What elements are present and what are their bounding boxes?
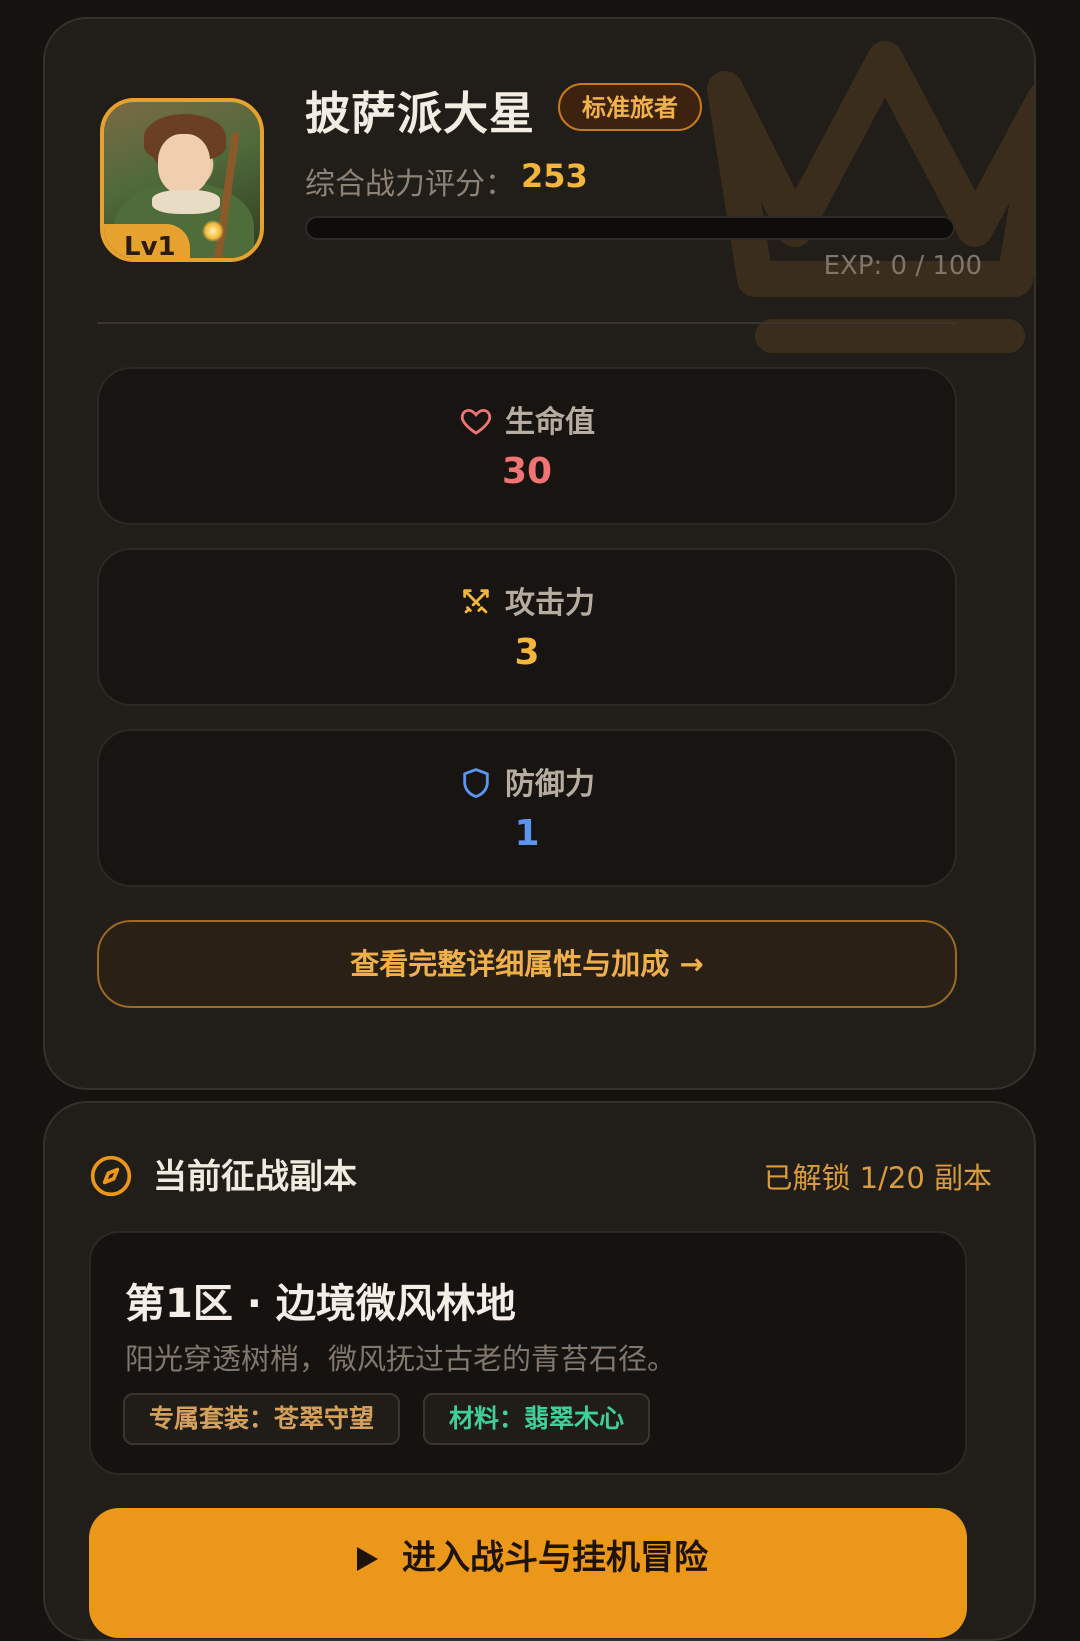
section-title: 当前征战副本 — [153, 1157, 357, 1197]
swords-icon — [463, 589, 489, 614]
unlock-count: 已解锁 1/20 副本 — [763, 1161, 992, 1195]
stat-hp: 生命值 30 — [97, 367, 957, 525]
stat-label: 防御力 — [505, 767, 595, 802]
zone-description: 阳光穿透树梢，微风抚过古老的青苔石径。 — [125, 1342, 677, 1376]
power-label: 综合战力评分： — [305, 167, 515, 202]
compass-icon — [90, 1155, 132, 1197]
stat-label: 生命值 — [505, 405, 595, 440]
shield-icon — [463, 768, 489, 798]
power-value: 253 — [521, 157, 588, 195]
crown-watermark-icon — [707, 41, 1034, 353]
divider — [97, 322, 957, 324]
avatar[interactable]: Lv1 — [100, 98, 264, 262]
stat-label: 攻击力 — [505, 586, 595, 621]
stat-value: 1 — [514, 813, 540, 854]
stat-attack: 攻击力 3 — [97, 548, 957, 706]
player-name: 披萨派大星 — [305, 87, 536, 140]
exp-progress-bar — [305, 216, 955, 240]
stat-defense: 防御力 1 — [97, 729, 957, 887]
level-badge: Lv1 — [104, 224, 190, 258]
enter-battle-label: 进入战斗与挂机冒险 — [402, 1538, 708, 1578]
zone-card[interactable]: 第1区 · 边境微风林地 阳光穿透树梢，微风抚过古老的青苔石径。 专属套装：苍翠… — [89, 1231, 967, 1475]
character-card: Lv1 披萨派大星 标准旅者 综合战力评分： 253 EXP: 0 / 100 … — [43, 17, 1036, 1090]
enter-battle-button[interactable]: 进入战斗与挂机冒险 — [89, 1508, 967, 1638]
dungeon-card: 当前征战副本 已解锁 1/20 副本 第1区 · 边境微风林地 阳光穿透树梢，微… — [43, 1101, 1036, 1641]
view-details-button[interactable]: 查看完整详细属性与加成 → — [97, 920, 957, 1008]
stat-value: 30 — [501, 451, 553, 492]
zone-name: 第1区 · 边境微风林地 — [125, 1281, 516, 1327]
material-tag: 材料：翡翠木心 — [423, 1393, 651, 1445]
play-icon — [357, 1547, 378, 1571]
set-tag: 专属套装：苍翠守望 — [123, 1393, 401, 1445]
exp-text: EXP: 0 / 100 — [823, 251, 982, 281]
heart-icon — [460, 408, 492, 435]
stat-value: 3 — [514, 632, 540, 673]
title-badge: 标准旅者 — [558, 83, 702, 131]
